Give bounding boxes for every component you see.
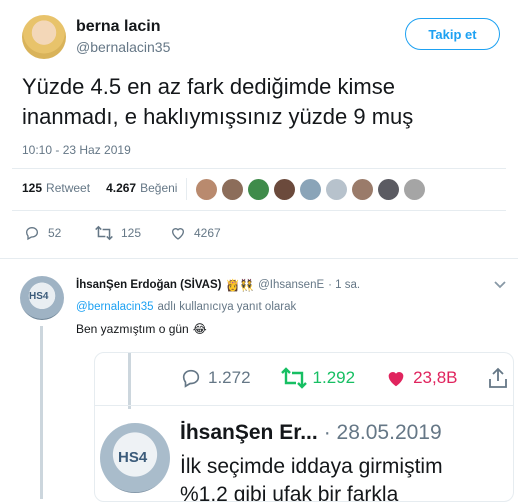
likers-avatars bbox=[196, 179, 425, 200]
reply-thread-line bbox=[40, 326, 43, 499]
chevron-down-icon[interactable] bbox=[494, 280, 506, 290]
embedded-divider bbox=[95, 405, 513, 406]
reply-author-emoji: 👸👯 bbox=[225, 280, 255, 292]
liker-avatar[interactable] bbox=[222, 179, 243, 200]
heart-filled-icon bbox=[388, 372, 404, 387]
liker-avatar[interactable] bbox=[326, 179, 347, 200]
embedded-tweet-image[interactable]: 1.272 1.292 23,8B HS4 İhsanŞen Er... · 2… bbox=[94, 352, 514, 502]
liker-avatar[interactable] bbox=[352, 179, 373, 200]
embedded-retweet-action[interactable]: 1.292 bbox=[280, 367, 356, 389]
embedded-text: İlk seçimde iddaya girmiştim %1,2 gibi u… bbox=[180, 453, 443, 501]
reply-text: Ben yazmıştım o gün 😂 bbox=[76, 322, 207, 336]
liker-avatar[interactable] bbox=[196, 179, 217, 200]
like-label[interactable]: Beğeni bbox=[140, 181, 177, 195]
embedded-like-count: 23,8B bbox=[413, 368, 458, 387]
avatar-badge-text: HS4 bbox=[29, 291, 49, 302]
liker-avatar[interactable] bbox=[378, 179, 399, 200]
liker-avatar[interactable] bbox=[404, 179, 425, 200]
reply-icon bbox=[25, 226, 39, 241]
author-handle[interactable]: @bernalacin35 bbox=[76, 39, 170, 55]
reply-header: İhsanŞen Erdoğan (SİVAS) 👸👯 @IhsansenE ·… bbox=[76, 278, 360, 292]
embedded-comment-action[interactable]: 1.272 bbox=[180, 367, 251, 389]
liker-avatar[interactable] bbox=[248, 179, 269, 200]
embedded-text-line-1: İlk seçimde iddaya girmiştim bbox=[180, 455, 443, 478]
retweet-label[interactable]: Retweet bbox=[46, 181, 90, 195]
reply-action[interactable]: 52 bbox=[24, 225, 61, 241]
retweet-icon bbox=[95, 225, 113, 241]
retweet-action-count: 125 bbox=[121, 226, 142, 240]
tweet-text-line-1: Yüzde 4.5 en az fark dediğimde kimse bbox=[22, 74, 395, 99]
tweet-text-line-2: inanmadı, e haklıymışsınız yüzde 9 muş bbox=[22, 104, 414, 129]
divider bbox=[12, 210, 506, 211]
comment-icon bbox=[182, 369, 200, 388]
embedded-avatar-badge: HS4 bbox=[118, 449, 148, 466]
retweet-icon bbox=[280, 367, 307, 389]
liker-avatar[interactable] bbox=[274, 179, 295, 200]
embedded-like-action[interactable]: 23,8B bbox=[385, 367, 458, 389]
reply-to-suffix: adlı kullanıcıya yanıt olarak bbox=[157, 301, 297, 313]
reply-count: 52 bbox=[48, 226, 62, 240]
embedded-author-name: İhsanŞen Er... bbox=[180, 421, 318, 444]
author-avatar[interactable] bbox=[22, 15, 66, 59]
embedded-actions: 1.272 1.292 23,8B bbox=[180, 367, 508, 389]
reply-to-handle[interactable]: @bernalacin35 bbox=[76, 301, 154, 313]
retweet-action[interactable]: 125 bbox=[95, 225, 141, 241]
tweet-timestamp[interactable]: 10:10 - 23 Haz 2019 bbox=[22, 143, 131, 157]
like-count[interactable]: 4.267 bbox=[106, 181, 136, 195]
embedded-date: · 28.05.2019 bbox=[323, 421, 442, 444]
embedded-header: İhsanŞen Er... · 28.05.2019 bbox=[180, 421, 442, 445]
embedded-thread-line bbox=[128, 353, 131, 409]
tweet-stats: 125 Retweet 4.267 Beğeni bbox=[22, 181, 177, 195]
like-action-count: 4267 bbox=[194, 226, 221, 240]
liker-avatar[interactable] bbox=[300, 179, 321, 200]
reply-text-content: Ben yazmıştım o gün bbox=[76, 322, 189, 336]
author-name[interactable]: berna lacin bbox=[76, 18, 160, 36]
reply-author-name[interactable]: İhsanŞen Erdoğan (SİVAS) bbox=[76, 279, 221, 291]
stats-separator bbox=[186, 178, 187, 200]
retweet-count[interactable]: 125 bbox=[22, 181, 42, 195]
laughing-emoji: 😂 bbox=[192, 322, 207, 336]
reply-time[interactable]: · 1 sa. bbox=[328, 279, 360, 291]
divider bbox=[0, 258, 518, 259]
divider bbox=[12, 168, 506, 169]
share-icon[interactable] bbox=[488, 367, 508, 389]
like-action[interactable]: 4267 bbox=[170, 225, 221, 241]
reply-author-handle[interactable]: @IhsansenE bbox=[258, 279, 324, 291]
reply-author-avatar[interactable]: HS4 bbox=[20, 276, 64, 320]
reply-to-line: @bernalacin35 adlı kullanıcıya yanıt ola… bbox=[76, 301, 296, 313]
embedded-retweet-count: 1.292 bbox=[312, 368, 356, 387]
embedded-comment-count: 1.272 bbox=[208, 368, 251, 387]
embedded-author-avatar: HS4 bbox=[100, 423, 170, 493]
tweet-text: Yüzde 4.5 en az fark dediğimde kimse ina… bbox=[22, 72, 502, 132]
heart-icon bbox=[171, 228, 185, 240]
follow-button[interactable]: Takip et bbox=[405, 18, 500, 50]
